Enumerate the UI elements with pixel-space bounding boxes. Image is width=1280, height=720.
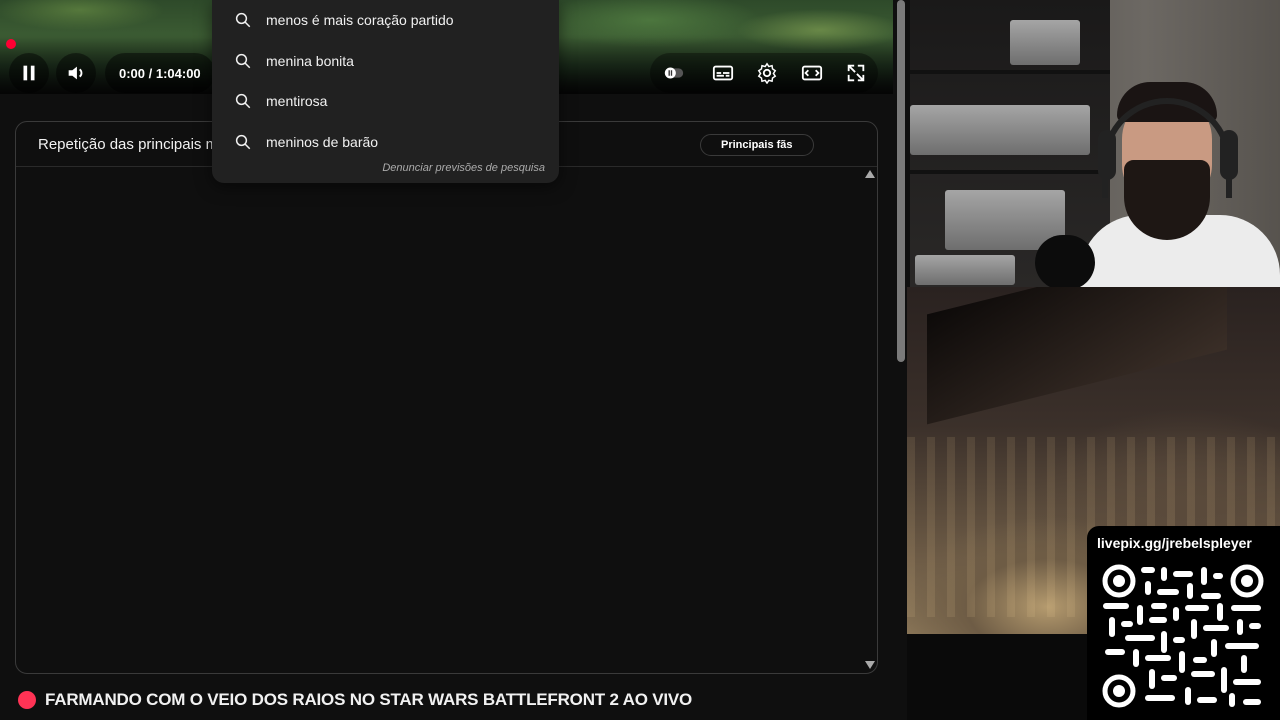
- suggestion-item[interactable]: menina bonita: [212, 41, 559, 81]
- suggestion-item[interactable]: meninos de barão: [212, 122, 559, 162]
- search-suggestions-dropdown: menos é mais coração partido menina boni…: [212, 0, 559, 183]
- pause-icon: [23, 65, 35, 81]
- settings-gear-icon[interactable]: [756, 62, 778, 84]
- right-controls: [650, 53, 878, 93]
- microphone: [1035, 235, 1095, 287]
- theater-mode-icon[interactable]: [801, 62, 823, 84]
- suggestion-item[interactable]: mentirosa: [212, 81, 559, 121]
- qr-code: [1101, 563, 1265, 709]
- chat-replay-panel: Repetição das principais mensagens do ch…: [15, 121, 878, 674]
- scroll-down-arrow-icon[interactable]: [865, 661, 875, 669]
- search-icon: [235, 93, 251, 109]
- suggestion-text: menina bonita: [266, 53, 354, 69]
- suggestion-text: menos é mais coração partido: [266, 12, 454, 28]
- suggestion-text: meninos de barão: [266, 134, 379, 150]
- search-icon: [235, 134, 251, 150]
- chat-title[interactable]: Repetição das principais mensagens do ch…: [38, 136, 218, 153]
- page-scrollbar[interactable]: [897, 0, 905, 362]
- time-display: 0:00 / 1:04:00: [105, 53, 215, 93]
- volume-icon: [68, 66, 83, 80]
- live-indicator-dot: [18, 691, 36, 709]
- autoplay-toggle-icon[interactable]: [663, 62, 685, 84]
- fullscreen-icon[interactable]: [845, 62, 867, 84]
- scroll-up-arrow-icon[interactable]: [865, 170, 875, 178]
- play-pause-button[interactable]: [9, 53, 49, 93]
- search-icon: [235, 12, 251, 28]
- mute-button[interactable]: [56, 53, 96, 93]
- donation-url: livepix.gg/jrebelspleyer: [1097, 535, 1252, 551]
- youtube-watch-page: 0:00 / 1:04:00 Repetição das principais …: [0, 0, 1280, 720]
- top-fans-button[interactable]: Principais fãs: [700, 134, 814, 156]
- suggestion-text: mentirosa: [266, 93, 328, 109]
- streamer-webcam: [910, 0, 1280, 287]
- progress-scrubber[interactable]: [6, 39, 16, 49]
- subtitles-icon[interactable]: [712, 62, 734, 84]
- suggestion-item[interactable]: menos é mais coração partido: [212, 0, 559, 40]
- donation-qr-overlay: livepix.gg/jrebelspleyer: [1087, 526, 1280, 720]
- report-predictions-link[interactable]: Denunciar previsões de pesquisa: [382, 162, 545, 174]
- video-title: FARMANDO COM O VEIO DOS RAIOS NO STAR WA…: [45, 690, 693, 709]
- search-icon: [235, 53, 251, 69]
